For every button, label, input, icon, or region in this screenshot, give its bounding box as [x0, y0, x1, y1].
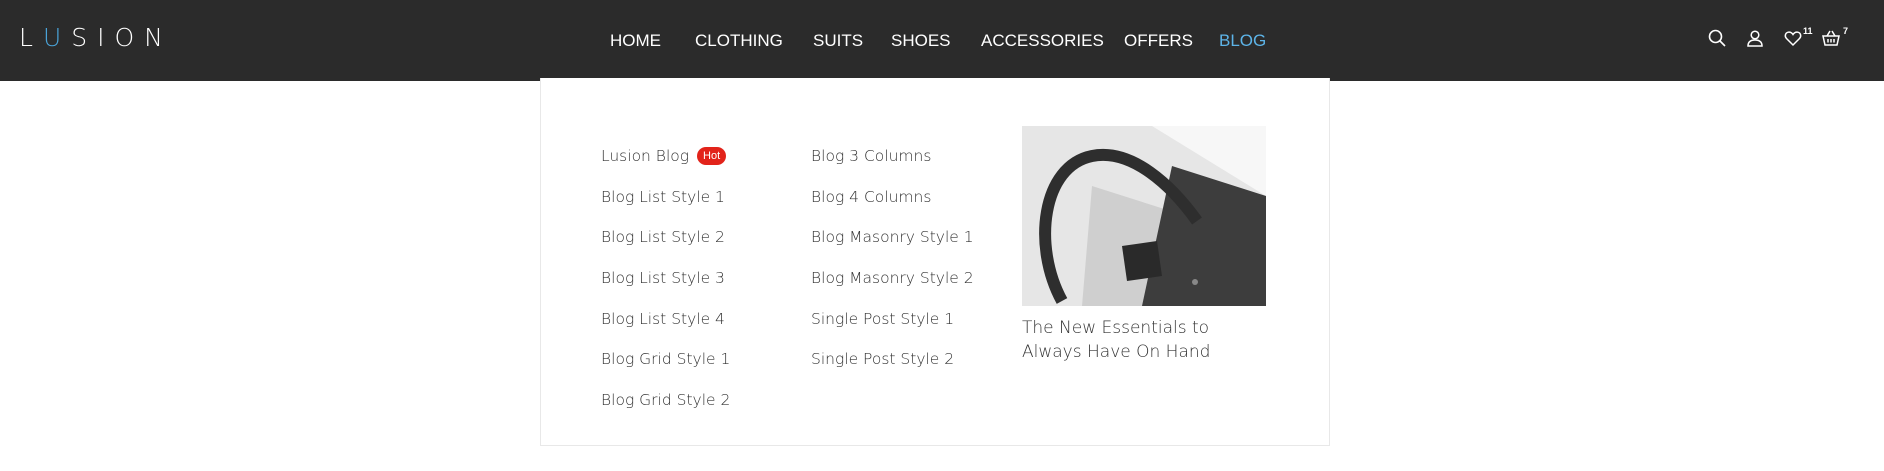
main-navigation: HOME CLOTHING SUITS SHOES ACCESSORIES OF…	[0, 0, 1884, 81]
menu-link-lusion-blog[interactable]: Lusion Blog Hot	[601, 136, 730, 177]
menu-link-blog-masonry-style-2[interactable]: Blog Masonry Style 2	[811, 258, 974, 299]
featured-post-title[interactable]: The New Essentials to Always Have On Han…	[1022, 316, 1266, 364]
nav-item-offers[interactable]: OFFERS	[1124, 31, 1193, 51]
nav-item-suits[interactable]: SUITS	[813, 31, 863, 51]
menu-link-blog-list-style-1[interactable]: Blog List Style 1	[601, 177, 730, 218]
menu-link-label: Lusion Blog	[601, 147, 690, 166]
nav-item-shoes[interactable]: SHOES	[891, 31, 951, 51]
hot-badge: Hot	[697, 147, 727, 166]
menu-link-single-post-style-1[interactable]: Single Post Style 1	[811, 298, 974, 339]
menu-link-blog-grid-style-2[interactable]: Blog Grid Style 2	[601, 380, 730, 421]
user-icon[interactable]	[1744, 27, 1766, 49]
wishlist-count-badge: 11	[1803, 26, 1813, 36]
heart-icon[interactable]	[1782, 27, 1804, 49]
featured-post-image[interactable]	[1022, 126, 1266, 306]
search-icon[interactable]	[1706, 27, 1728, 49]
nav-item-home[interactable]: HOME	[610, 31, 661, 51]
basket-icon[interactable]	[1820, 27, 1842, 49]
cart-count-badge: 7	[1843, 26, 1849, 36]
featured-post: The New Essentials to Always Have On Han…	[1022, 126, 1266, 364]
blog-menu-column-2: Blog 3 Columns Blog 4 Columns Blog Mason…	[811, 136, 974, 380]
menu-link-single-post-style-2[interactable]: Single Post Style 2	[811, 339, 974, 380]
top-navigation-bar: L U SION HOME CLOTHING SUITS SHOES ACCESSO…	[0, 0, 1884, 81]
menu-link-blog-list-style-3[interactable]: Blog List Style 3	[601, 258, 730, 299]
nav-item-accessories[interactable]: ACCESSORIES	[981, 31, 1104, 51]
menu-link-blog-grid-style-1[interactable]: Blog Grid Style 1	[601, 339, 730, 380]
nav-item-clothing[interactable]: CLOTHING	[695, 31, 783, 51]
menu-link-blog-list-style-2[interactable]: Blog List Style 2	[601, 217, 730, 258]
nav-item-blog[interactable]: BLOG	[1219, 31, 1266, 51]
blog-mega-menu: Lusion Blog Hot Blog List Style 1 Blog L…	[540, 78, 1330, 446]
menu-link-blog-4-columns[interactable]: Blog 4 Columns	[811, 177, 974, 218]
menu-link-blog-masonry-style-1[interactable]: Blog Masonry Style 1	[811, 217, 974, 258]
menu-link-blog-3-columns[interactable]: Blog 3 Columns	[811, 136, 974, 177]
blog-menu-column-1: Lusion Blog Hot Blog List Style 1 Blog L…	[601, 136, 730, 420]
menu-link-blog-list-style-4[interactable]: Blog List Style 4	[601, 298, 730, 339]
